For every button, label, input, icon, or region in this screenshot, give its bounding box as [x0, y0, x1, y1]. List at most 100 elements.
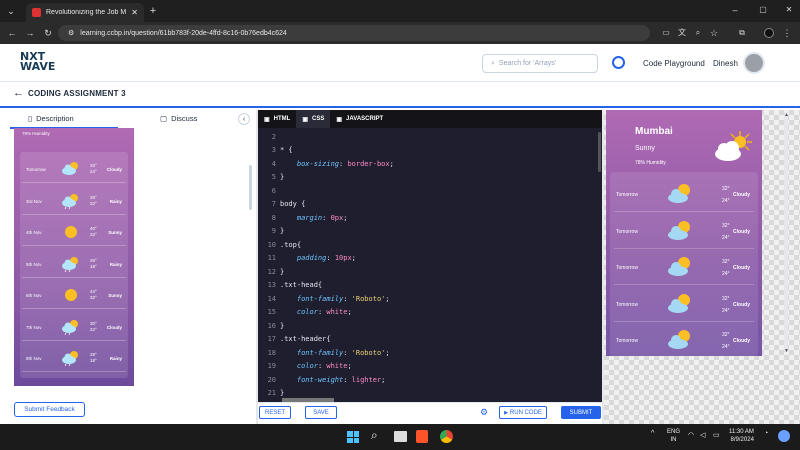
forecast-row: Tomorrow 32° 24° Cloudy — [614, 176, 754, 212]
code-line: 10 .top{ — [258, 238, 602, 252]
back-arrow-icon[interactable]: ← — [13, 87, 24, 99]
forward-icon[interactable]: → — [24, 27, 36, 39]
code-lines[interactable]: 2 3 * {4 box-sizing: border-box; 5} 6 7 body {… — [258, 130, 602, 400]
reset-button[interactable]: RESET — [259, 406, 291, 419]
code-line: 7 body { — [258, 198, 602, 212]
notification-bell-icon[interactable]: ◔ — [764, 430, 768, 437]
battery-icon[interactable]: ▭ — [713, 431, 720, 439]
code-text: .top{ — [280, 240, 302, 249]
tab-css-label: CSS — [312, 116, 325, 122]
tab-javascript[interactable]: ▣ JAVASCRIPT — [330, 110, 389, 128]
submit-feedback-button[interactable]: Submit Feedback — [14, 402, 85, 417]
tab-search-icon[interactable]: ⌄ — [6, 6, 16, 16]
line-number: 12 — [267, 267, 276, 276]
tab-title: Revolutionizing the Job Market — [46, 9, 127, 16]
forecast-high: 26° — [90, 194, 97, 200]
code-text: font-family: 'Roboto'; — [296, 348, 390, 357]
streak-icon[interactable] — [612, 56, 625, 69]
page-title: CODING ASSIGNMENT 3 — [28, 89, 126, 98]
forecast-high: 32° — [722, 222, 730, 229]
code-line: 15 color: white; — [258, 306, 602, 320]
copilot-icon[interactable] — [778, 430, 790, 442]
save-button[interactable]: SAVE — [305, 406, 337, 419]
forecast-status: Rainy — [109, 356, 122, 361]
code-line: 5} — [258, 171, 602, 185]
sun-icon — [65, 289, 77, 301]
brave-browser-icon[interactable] — [416, 430, 428, 443]
windows-start-icon[interactable] — [347, 431, 359, 443]
code-text: * { — [280, 146, 293, 155]
line-number: 7 — [271, 200, 276, 209]
scroll-up-icon[interactable]: ▲ — [784, 112, 789, 118]
maximize-icon[interactable]: ▢ — [758, 5, 768, 15]
clock[interactable]: 11:30 AM 8/9/2024 — [729, 428, 754, 444]
zoom-icon[interactable]: ⌕ — [692, 27, 704, 39]
line-number: 10 — [267, 240, 276, 249]
browser-menu-icon[interactable]: ⋮ — [782, 27, 792, 39]
tab-javascript-label: JAVASCRIPT — [346, 116, 384, 122]
partly-cloudy-icon — [668, 184, 690, 203]
reload-icon[interactable]: ↻ — [42, 27, 54, 39]
tab-description-label: Description — [36, 114, 74, 123]
submit-button[interactable]: SUBMIT — [561, 406, 601, 419]
code-line: 19 color: white; — [258, 360, 602, 374]
new-tab-icon[interactable]: + — [148, 5, 158, 17]
avatar[interactable] — [743, 52, 765, 74]
collapse-panel-icon[interactable]: ‹ — [238, 113, 250, 125]
close-tab-icon[interactable]: ✕ — [131, 8, 138, 17]
forecast-day: Tomorrow — [616, 228, 638, 235]
bookmark-star-icon[interactable]: ☆ — [708, 27, 720, 39]
description-icon: ▯ — [28, 114, 33, 123]
code-line: 17 .txt-header{ — [258, 333, 602, 347]
user-name[interactable]: Dinesh — [713, 59, 738, 68]
weather-condition: Sunny — [635, 145, 655, 152]
extensions-icon[interactable]: ⧉ — [736, 27, 748, 39]
code-text: color: white; — [296, 308, 352, 317]
scroll-down-icon[interactable]: ▼ — [784, 348, 789, 354]
forecast-low: 22° — [90, 200, 97, 206]
left-scrollbar[interactable] — [249, 165, 252, 210]
forecast-row: Tomorrow 32° 24° Cloudy — [614, 322, 754, 356]
translate-icon[interactable]: 文 — [676, 27, 688, 39]
tab-description[interactable]: ▯ Description — [28, 114, 74, 123]
wifi-icon[interactable]: ◠ — [688, 431, 694, 439]
run-code-button[interactable]: ▶ RUN CODE — [499, 406, 547, 419]
cast-icon[interactable]: ▭ — [660, 27, 672, 39]
tab-discuss[interactable]: ▢ Discuss — [160, 114, 197, 123]
forecast-temp: 32° 24° — [722, 220, 730, 244]
humidity-text: 78% Humidity — [635, 160, 666, 166]
forecast-day: 8th Nov — [26, 356, 42, 361]
nxtwave-logo[interactable]: NXT WAVE — [20, 51, 55, 72]
language-indicator[interactable]: ENG IN — [667, 428, 680, 444]
forecast-status: Cloudy — [733, 338, 750, 344]
tab-css[interactable]: ▣ CSS — [296, 110, 331, 128]
settings-gear-icon[interactable]: ⚙ — [480, 407, 488, 417]
show-hidden-icons[interactable]: ^ — [651, 430, 654, 437]
profile-icon[interactable] — [764, 28, 774, 38]
minimize-icon[interactable]: – — [730, 5, 740, 15]
browser-tab[interactable]: Revolutionizing the Job Market ✕ — [26, 3, 144, 22]
editor-scrollbar[interactable] — [598, 132, 601, 172]
tab-html[interactable]: ▣ HTML — [258, 110, 296, 128]
search-input[interactable]: ⌕ Search for 'Arrays' — [482, 54, 598, 73]
task-view-icon[interactable] — [394, 431, 407, 442]
code-text: } — [280, 267, 285, 276]
site-info-icon[interactable]: ⚙ — [68, 29, 74, 37]
rain-sun-icon — [62, 256, 78, 272]
chrome-icon[interactable] — [440, 430, 453, 443]
line-number: 2 — [271, 132, 276, 141]
forecast-row: 6th Nov 44° 32° Sunny — [22, 282, 126, 309]
code-playground-link[interactable]: Code Playground — [643, 59, 705, 68]
back-icon[interactable]: ← — [6, 27, 18, 39]
address-bar[interactable]: ⚙ learning.ccbp.in/question/61bb783f-20d… — [58, 25, 650, 41]
forecast-temp: 32° 24° — [722, 329, 730, 353]
preview-scrollbar-track[interactable] — [784, 112, 788, 352]
line-number: 20 — [267, 375, 276, 384]
close-window-icon[interactable]: ✕ — [784, 5, 794, 15]
line-number: 9 — [271, 227, 276, 236]
taskbar-search-icon[interactable]: ⌕ — [371, 428, 378, 443]
left-divider[interactable] — [256, 110, 258, 424]
code-line: 14 font-family: 'Roboto'; — [258, 292, 602, 306]
editor-tabs: ▣ HTML ▣ CSS ▣ JAVASCRIPT — [258, 110, 602, 128]
volume-icon[interactable]: ◁ — [700, 431, 705, 439]
